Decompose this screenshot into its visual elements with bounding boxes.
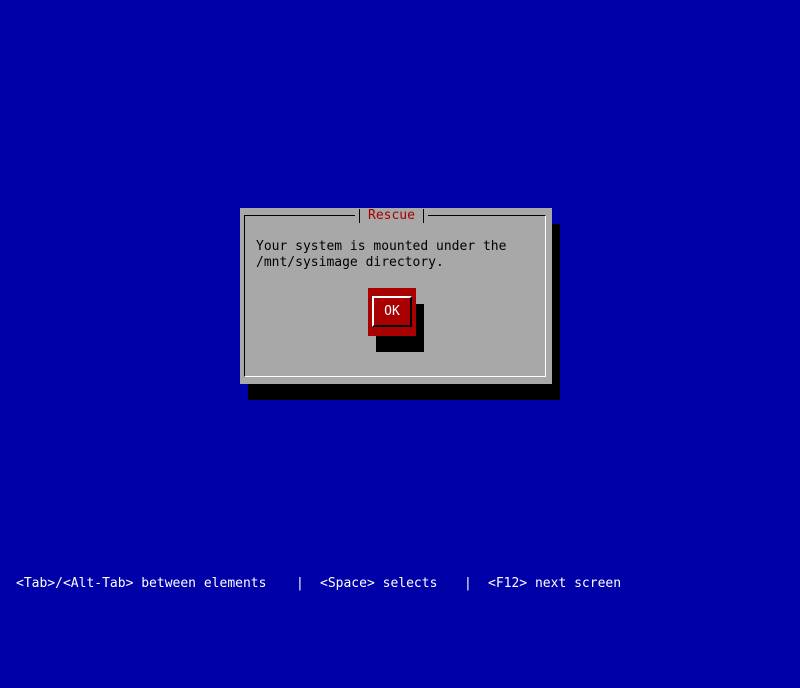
- dialog-title-bar: Rescue: [355, 208, 428, 224]
- status-separator: |: [464, 576, 472, 591]
- status-separator: |: [296, 576, 304, 591]
- title-right-tick: [422, 209, 424, 223]
- message-line-2: /mnt/sysimage directory.: [256, 255, 444, 270]
- ok-button-frame[interactable]: OK: [372, 296, 412, 327]
- ok-button-label: OK: [384, 303, 400, 319]
- status-bar: <Tab>/<Alt-Tab> between elements | <Spac…: [0, 576, 800, 592]
- status-hint-f12: <F12> next screen: [488, 576, 622, 591]
- dialog-title: Rescue: [368, 208, 415, 223]
- status-hint-tab: <Tab>/<Alt-Tab> between elements: [16, 576, 267, 591]
- status-hint-space: <Space> selects: [320, 576, 438, 591]
- screen-background: Rescue Your system is mounted under the …: [0, 0, 800, 600]
- ok-button[interactable]: OK: [368, 288, 416, 336]
- dialog-message: Your system is mounted under the /mnt/sy…: [256, 239, 538, 271]
- message-line-1: Your system is mounted under the: [256, 239, 507, 254]
